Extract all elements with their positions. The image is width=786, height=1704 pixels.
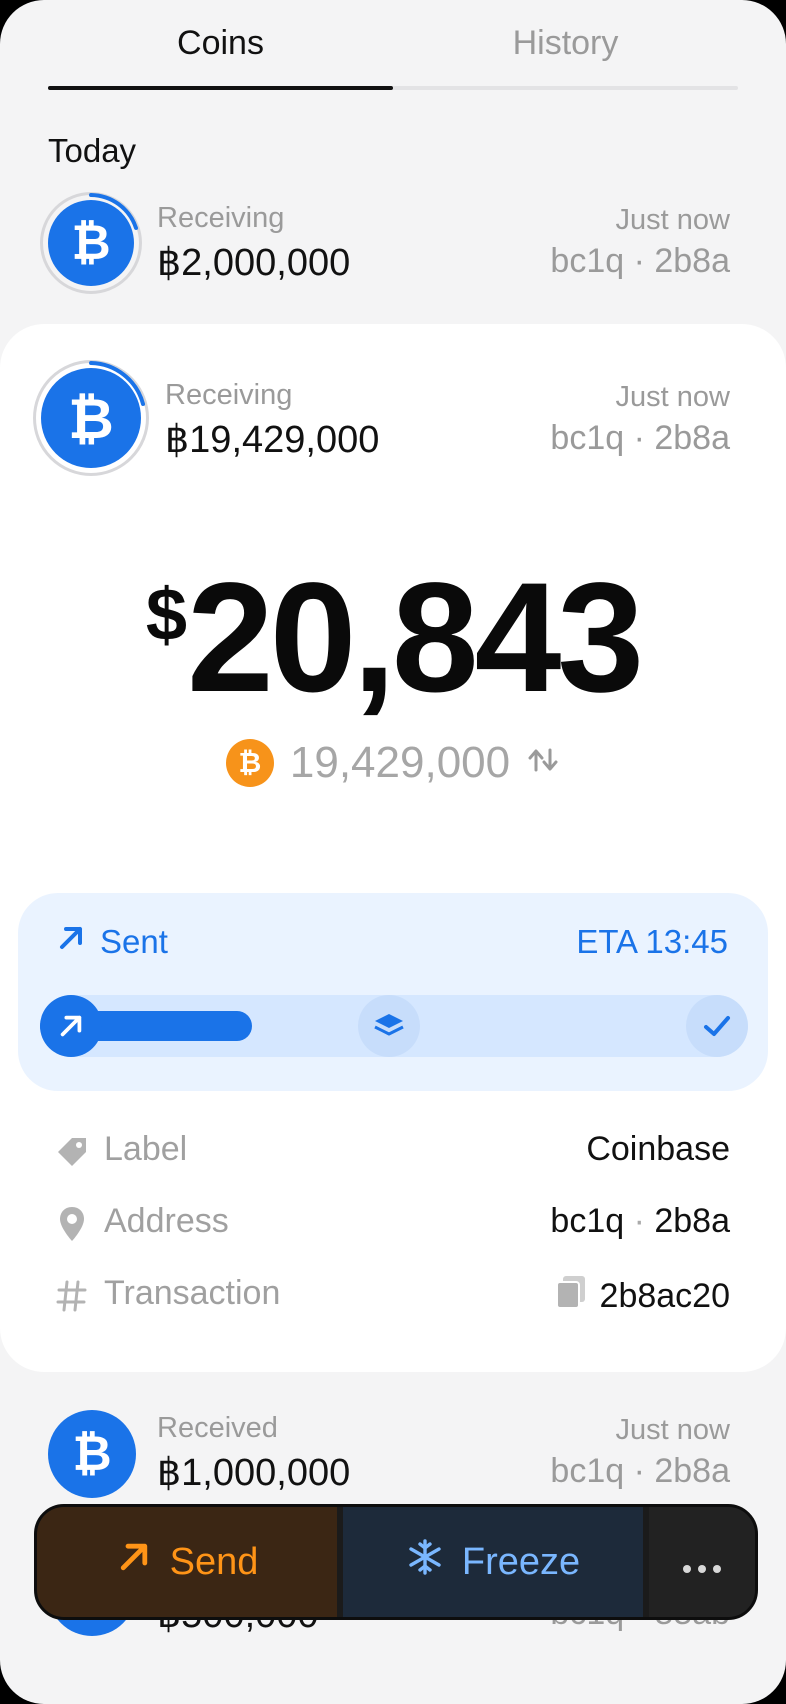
swap-icon[interactable] [526,746,560,781]
info-value: 2b8ac20 [554,1274,730,1319]
status-eta: ETA 13:45 [576,923,728,960]
bitcoin-icon: ₿ [48,1410,136,1498]
tab-bar: Coins History [48,0,738,92]
row-amount: ฿2,000,000 [157,242,351,284]
bitcoin-icon: ₿ [225,739,274,787]
info-value: Coinbase [586,1130,730,1168]
send-button[interactable]: Send [37,1507,337,1617]
send-label: Send [169,1540,259,1583]
transfer-status-panel: Sent ETA 13:45 [18,893,768,1091]
transaction-id: 2b8ac20 [599,1277,730,1315]
currency-symbol: $ [145,573,187,656]
sats-amount[interactable]: ₿ 19,429,000 [0,738,786,788]
action-bar: Send Freeze [34,1504,758,1620]
wallet-screen: Coins History Today ₿ Receiving ฿2,000,0… [0,0,786,1704]
freeze-label: Freeze [461,1540,581,1583]
address-separator: · [624,1202,655,1240]
detail-status-label: Receiving [165,379,293,411]
fiat-amount: $20,843 [0,560,786,716]
bitcoin-icon: ₿ [41,368,141,468]
info-label: Address [104,1202,229,1240]
row-address: bc1q · 2b8a [550,1452,730,1490]
tab-coins[interactable]: Coins [48,24,393,63]
detail-time: Just now [615,381,730,413]
status-label: Sent [100,923,168,960]
row-address: bc1q · 2b8a [550,242,730,280]
info-row-transaction[interactable]: Transaction 2b8ac20 [0,1268,786,1328]
info-label: Label [104,1130,188,1168]
freeze-button[interactable]: Freeze [343,1507,643,1617]
detail-address: bc1q · 2b8a [550,419,730,457]
hash-icon [52,1276,92,1316]
row-status-label: Receiving [157,202,285,234]
progress-track [40,995,748,1057]
sats-value: 19,429,000 [289,738,511,787]
more-button[interactable] [649,1507,755,1617]
arrow-up-right-icon [56,923,86,961]
fiat-value: 20,843 [187,551,644,725]
location-pin-icon [52,1204,92,1244]
transaction-row[interactable]: ₿ Received ฿1,000,000 Just now bc1q · 2b… [0,1400,786,1510]
check-icon [686,995,748,1057]
info-row-address[interactable]: Address bc1q · 2b8a [0,1196,786,1256]
info-value: bc1q · 2b8a [550,1202,730,1241]
tag-icon [52,1132,92,1172]
info-row-label[interactable]: Label Coinbase [0,1124,786,1184]
row-time: Just now [615,1414,730,1446]
tab-active-indicator [48,86,393,90]
section-title-today: Today [48,132,137,169]
status-sent: Sent [56,923,168,961]
row-time: Just now [615,204,730,236]
copy-icon[interactable] [554,1274,588,1319]
address-prefix: bc1q [550,1202,625,1240]
info-label: Transaction [104,1274,281,1312]
more-icon [682,1541,722,1584]
arrow-up-right-icon [116,1539,152,1585]
row-amount: ฿1,000,000 [157,1452,351,1494]
layers-icon [358,995,420,1057]
address-suffix: 2b8a [654,1202,730,1240]
row-status-label: Received [157,1412,278,1444]
tab-history[interactable]: History [393,24,738,63]
bitcoin-icon: ₿ [48,200,134,286]
arrow-up-right-icon [40,995,102,1057]
snowflake-icon [406,1538,444,1586]
transaction-row[interactable]: ₿ Receiving ฿2,000,000 Just now bc1q · 2… [0,190,786,300]
detail-amount: ฿19,429,000 [165,419,380,461]
